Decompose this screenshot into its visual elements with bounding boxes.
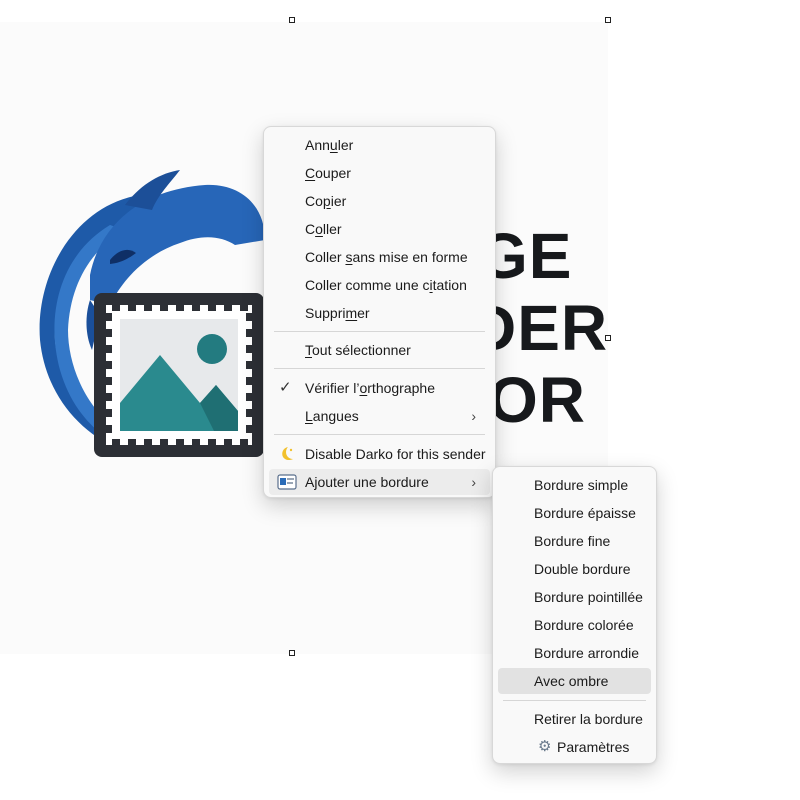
resize-handle-top-right[interactable] <box>605 17 611 23</box>
stamp-image-icon <box>94 293 264 457</box>
chevron-right-icon: › <box>471 474 476 490</box>
resize-handle-bottom[interactable] <box>289 650 295 656</box>
background-heading-line-3: OR <box>488 364 586 436</box>
moon-icon <box>282 447 293 461</box>
submenu-separator <box>503 700 646 701</box>
chevron-right-icon: › <box>471 408 476 424</box>
menu-item-undo[interactable]: Annuler <box>269 132 490 158</box>
resize-handle-top-left[interactable] <box>289 17 295 23</box>
submenu-item-dotted[interactable]: Bordure pointillée <box>498 584 651 610</box>
check-icon: ✓ <box>279 379 292 396</box>
menu-item-paste[interactable]: Coller <box>269 216 490 242</box>
menu-item-spellcheck[interactable]: ✓ Vérifier l’orthographe <box>269 375 490 401</box>
submenu-item-colored[interactable]: Bordure colorée <box>498 612 651 638</box>
menu-item-copy[interactable]: Copier <box>269 188 490 214</box>
submenu-item-rounded[interactable]: Bordure arrondie <box>498 640 651 666</box>
menu-item-paste-plain[interactable]: Coller sans mise en forme <box>269 244 490 270</box>
menu-item-add-border[interactable]: Ajouter une bordure › <box>269 469 490 495</box>
submenu-item-double[interactable]: Double bordure <box>498 556 651 582</box>
menu-separator <box>274 434 485 435</box>
menu-item-languages[interactable]: Langues › <box>269 403 490 429</box>
gear-icon: ⚙ <box>538 738 552 755</box>
submenu-item-thin[interactable]: Bordure fine <box>498 528 651 554</box>
submenu-item-shadow[interactable]: Avec ombre <box>498 668 651 694</box>
menu-item-delete[interactable]: Supprimer <box>269 300 490 326</box>
menu-item-cut[interactable]: Couper <box>269 160 490 186</box>
menu-item-select-all[interactable]: Tout sélectionner <box>269 337 490 363</box>
menu-separator <box>274 331 485 332</box>
submenu-item-settings[interactable]: ⚙ Paramètres <box>498 734 651 760</box>
menu-item-disable-darko[interactable]: Disable Darko for this sender <box>269 441 490 467</box>
border-addon-icon <box>277 474 297 490</box>
menu-separator <box>274 368 485 369</box>
submenu-item-thick[interactable]: Bordure épaisse <box>498 500 651 526</box>
border-submenu: Bordure simple Bordure épaisse Bordure f… <box>492 466 657 764</box>
submenu-item-remove[interactable]: Retirer la bordure <box>498 706 651 732</box>
menu-item-paste-quote[interactable]: Coller comme une citation <box>269 272 490 298</box>
submenu-item-simple[interactable]: Bordure simple <box>498 472 651 498</box>
context-menu: Annuler Couper Copier Coller Coller sans… <box>263 126 496 498</box>
